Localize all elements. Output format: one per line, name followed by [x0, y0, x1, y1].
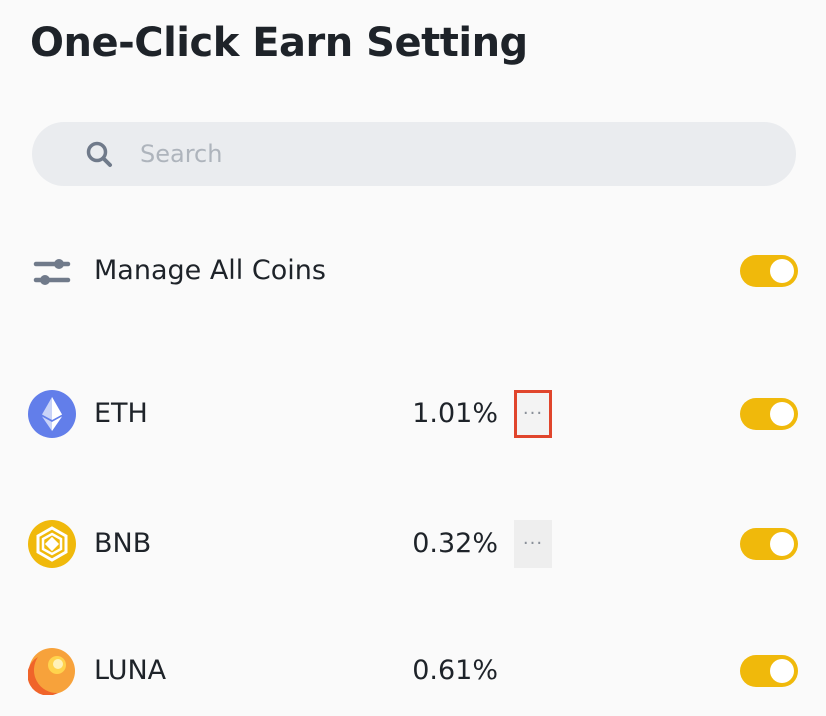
- page-title: One-Click Earn Setting: [30, 20, 528, 66]
- coin-symbol: BNB: [94, 528, 152, 559]
- more-options-button[interactable]: ···: [514, 520, 552, 568]
- more-options-button[interactable]: ···: [514, 390, 552, 438]
- toggle-knob: [770, 259, 794, 283]
- coin-rate: 0.32%: [412, 528, 498, 559]
- coin-toggle-bnb[interactable]: [740, 528, 798, 560]
- toggle-knob: [770, 532, 794, 556]
- toggle-knob: [770, 659, 794, 683]
- manage-all-coins-label: Manage All Coins: [94, 255, 326, 286]
- luna-icon: [28, 648, 75, 695]
- toggle-knob: [770, 402, 794, 426]
- coin-toggle-eth[interactable]: [740, 398, 798, 430]
- coin-row-eth: ETH 1.01% ···: [0, 384, 826, 444]
- coin-toggle-luna[interactable]: [740, 655, 798, 687]
- manage-all-coins-row: Manage All Coins: [0, 241, 826, 301]
- coin-symbol: LUNA: [94, 655, 167, 686]
- eth-icon: [28, 390, 76, 438]
- manage-all-coins-toggle[interactable]: [740, 255, 798, 287]
- coin-rate: 1.01%: [412, 398, 498, 429]
- coin-row-bnb: BNB 0.32% ···: [0, 514, 826, 574]
- search-bar[interactable]: [32, 122, 796, 186]
- coin-symbol: ETH: [94, 398, 148, 429]
- search-icon: [86, 141, 112, 167]
- search-input[interactable]: [140, 134, 740, 174]
- sliders-icon: [33, 259, 71, 285]
- coin-row-luna: LUNA 0.61%: [0, 641, 826, 701]
- one-click-earn-setting-page: One-Click Earn Setting Manage All Coins: [0, 0, 826, 716]
- bnb-icon: [28, 520, 76, 568]
- coin-rate: 0.61%: [412, 655, 498, 686]
